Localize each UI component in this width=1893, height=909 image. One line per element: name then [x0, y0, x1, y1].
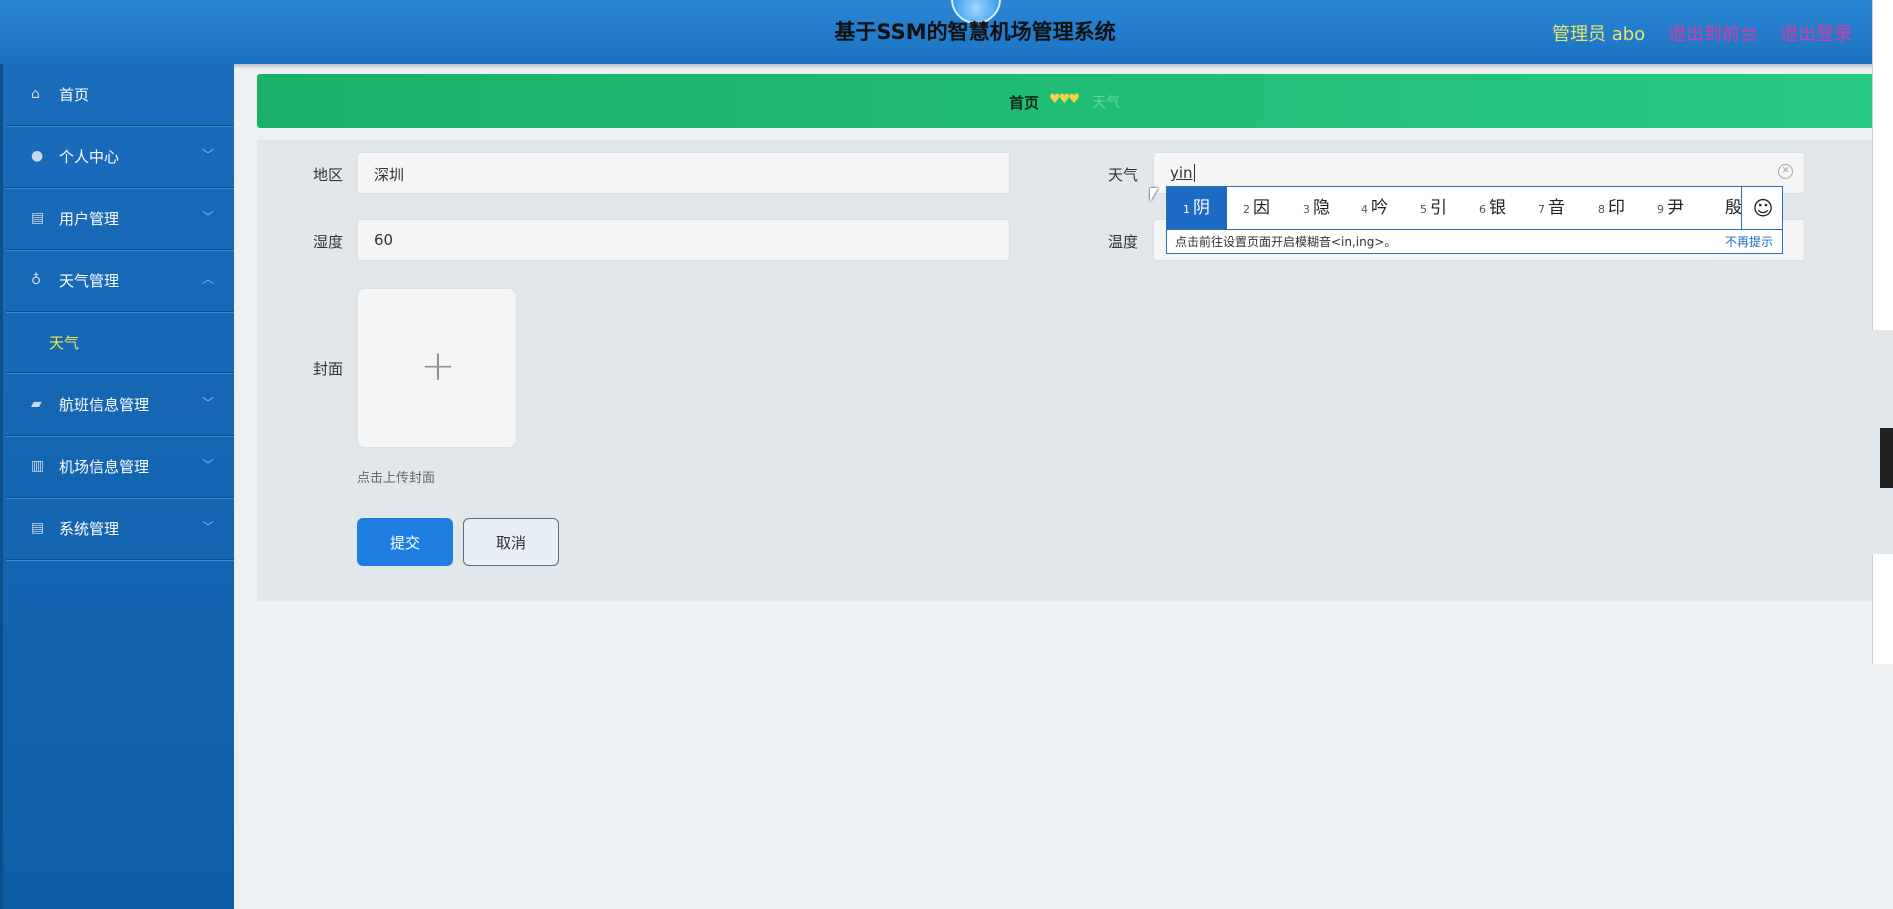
chevron-down-icon: ﹀	[202, 148, 215, 162]
breadcrumb-home[interactable]: 首页	[1009, 92, 1039, 113]
side-panel-edge	[1872, 0, 1893, 330]
clipboard-icon: ▤	[31, 520, 45, 536]
ime-dismiss-tip[interactable]: 不再提示	[1725, 233, 1773, 250]
breadcrumb-current: 天气	[1092, 95, 1120, 111]
sidebar-subitem-label: 天气	[49, 334, 80, 352]
cancel-button[interactable]: 取消	[463, 518, 559, 566]
mouse-cursor-icon	[1150, 188, 1158, 202]
sidebar-item-label: 首页	[59, 86, 90, 104]
admin-username: 管理员 abo	[1552, 24, 1646, 45]
sidebar-item-flight-management[interactable]: ▰ 航班信息管理 ﹀	[6, 374, 234, 436]
clipboard-icon: ▤	[31, 210, 45, 226]
weather-input-value: yin	[1170, 164, 1193, 182]
chevron-down-icon: ﹀	[202, 520, 215, 534]
sidebar-item-system-management[interactable]: ▤ 系统管理 ﹀	[6, 498, 234, 560]
breadcrumb: 首页 ♥♥♥ 天气	[257, 74, 1893, 128]
ime-candidate[interactable]: 5引	[1420, 187, 1480, 229]
cover-label: 封面	[313, 360, 344, 378]
sidebar-item-label: 用户管理	[59, 210, 120, 228]
ime-candidate[interactable]: 9尹	[1657, 187, 1717, 229]
sidebar-item-label: 机场信息管理	[59, 458, 150, 476]
heart-icon: ♥♥♥	[1049, 92, 1080, 107]
clear-icon[interactable]: ✕	[1778, 164, 1793, 179]
sidebar-item-home[interactable]: ⌂ 首页	[6, 64, 234, 126]
region-input[interactable]: 深圳	[357, 152, 1010, 194]
side-panel-edge	[1872, 554, 1893, 664]
ime-tip[interactable]: 点击前往设置页面开启模糊音<in,ing>。	[1175, 233, 1396, 250]
sidebar-item-weather-management[interactable]: ♁ 天气管理 ︿	[6, 250, 234, 312]
upload-hint: 点击上传封面	[357, 471, 436, 486]
ime-candidate-list: 1阴 2因 3隐 4吟 5引 6银 7音 8印 9尹 殷 ☺	[1167, 187, 1782, 230]
chevron-down-icon: ﹀	[202, 396, 215, 410]
ime-candidate[interactable]: 8印	[1598, 187, 1658, 229]
sidebar-item-label: 航班信息管理	[59, 396, 150, 414]
ime-candidate[interactable]: 3隐	[1303, 187, 1363, 229]
ime-candidate[interactable]: 4吟	[1361, 187, 1421, 229]
sidebar: ⌂ 首页 ● 个人中心 ﹀ ▤ 用户管理 ﹀ ♁ 天气管理 ︿ 天气 ▰ 航班信…	[0, 64, 234, 909]
chevron-down-icon: ﹀	[202, 210, 215, 224]
book-icon: ▥	[31, 458, 45, 474]
sidebar-item-personal-center[interactable]: ● 个人中心 ﹀	[6, 126, 234, 188]
home-icon: ⌂	[31, 86, 40, 102]
ime-candidate-popup: 1阴 2因 3隐 4吟 5引 6银 7音 8印 9尹 殷 ☺ 点击前往设置页面开…	[1166, 186, 1783, 254]
user-icon: ●	[31, 148, 44, 164]
ime-candidate[interactable]: 6银	[1479, 187, 1539, 229]
weather-label: 天气	[1108, 166, 1139, 184]
sidebar-item-label: 系统管理	[59, 520, 120, 538]
ime-candidate[interactable]: 2因	[1243, 187, 1303, 229]
submit-button[interactable]: 提交	[357, 518, 453, 566]
emoji-icon[interactable]: ☺	[1741, 187, 1784, 229]
sidebar-item-user-management[interactable]: ▤ 用户管理 ﹀	[6, 188, 234, 250]
humidity-label: 湿度	[313, 233, 344, 251]
microphone-icon: ♁	[31, 272, 42, 288]
wallet-icon: ▰	[31, 396, 42, 412]
region-label: 地区	[313, 166, 344, 184]
sidebar-item-label: 个人中心	[59, 148, 120, 166]
chevron-down-icon: ﹀	[202, 458, 215, 472]
ime-candidate[interactable]: 7音	[1538, 187, 1598, 229]
plus-icon: +	[420, 341, 456, 390]
logout-link[interactable]: 退出登录	[1780, 20, 1852, 46]
cover-upload[interactable]: +	[357, 288, 517, 448]
sidebar-subitem-weather[interactable]: 天气	[6, 312, 234, 373]
sidebar-item-airport-management[interactable]: ▥ 机场信息管理 ﹀	[6, 436, 234, 498]
ime-candidate[interactable]: 殷	[1725, 187, 1741, 229]
chevron-up-icon: ︿	[202, 272, 215, 286]
back-to-front-link[interactable]: 退出到前台	[1668, 20, 1758, 46]
ime-candidate[interactable]: 1阴	[1167, 187, 1227, 229]
sidebar-item-label: 天气管理	[59, 272, 120, 290]
top-header: 基于SSM的智慧机场管理系统 管理员 abo 退出到前台 退出登录	[0, 0, 1893, 64]
temperature-label: 温度	[1108, 233, 1139, 251]
humidity-input[interactable]: 60	[357, 219, 1010, 261]
scroll-handle[interactable]	[1880, 428, 1893, 488]
